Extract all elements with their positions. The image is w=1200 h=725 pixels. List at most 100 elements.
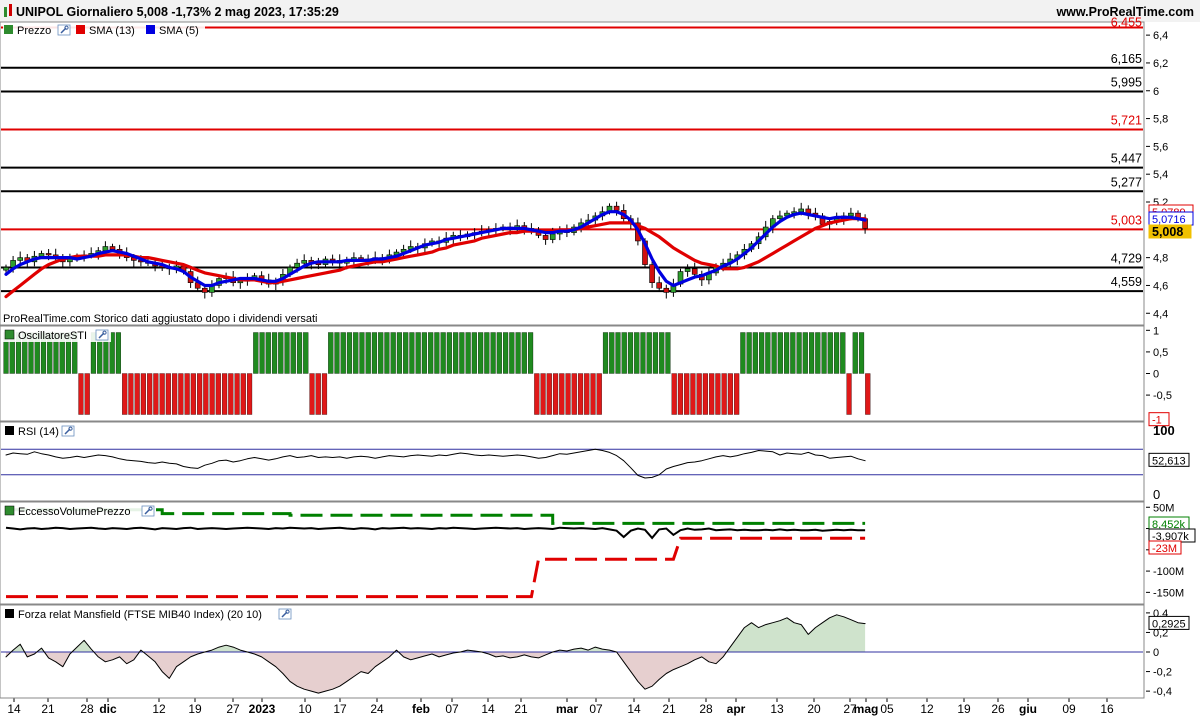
sti-bar[interactable] bbox=[509, 332, 515, 374]
sti-bar[interactable] bbox=[771, 332, 777, 374]
sti-bar[interactable] bbox=[340, 332, 346, 374]
sti-bar[interactable] bbox=[802, 332, 808, 374]
sti-bar[interactable] bbox=[203, 373, 209, 415]
sti-bar[interactable] bbox=[409, 332, 415, 374]
sti-bar[interactable] bbox=[634, 332, 640, 374]
candle-body[interactable] bbox=[805, 208, 812, 214]
candle-body[interactable] bbox=[102, 246, 109, 251]
volume-lower-line[interactable] bbox=[6, 536, 866, 599]
sti-panel[interactable]: 10,50-0,5-1 bbox=[3, 325, 1172, 427]
sti-bar[interactable] bbox=[796, 332, 802, 374]
sti-bar[interactable] bbox=[365, 332, 371, 374]
sti-bar[interactable] bbox=[727, 373, 733, 415]
sti-bar[interactable] bbox=[665, 332, 671, 374]
sti-bar[interactable] bbox=[521, 332, 527, 374]
wrench-icon[interactable] bbox=[278, 608, 292, 620]
sti-bar[interactable] bbox=[490, 332, 496, 374]
sti-bar[interactable] bbox=[584, 373, 590, 415]
sti-bar[interactable] bbox=[271, 332, 278, 374]
price-panel[interactable]: 6,46,265,85,65,45,24,84,64,46,4556,1655,… bbox=[1, 15, 1194, 320]
sti-bar[interactable] bbox=[378, 332, 384, 374]
sti-bar[interactable] bbox=[715, 373, 721, 415]
sti-bar[interactable] bbox=[359, 332, 365, 374]
candle-body[interactable] bbox=[3, 267, 9, 271]
sti-bar[interactable] bbox=[777, 332, 783, 374]
sti-bar[interactable] bbox=[540, 373, 546, 415]
sti-bar[interactable] bbox=[253, 332, 259, 374]
sti-bar[interactable] bbox=[459, 332, 465, 374]
sti-bar[interactable] bbox=[222, 373, 228, 415]
sti-bar[interactable] bbox=[228, 373, 234, 415]
sti-bar[interactable] bbox=[765, 332, 771, 374]
sti-bar[interactable] bbox=[640, 332, 646, 374]
sti-bar[interactable] bbox=[821, 332, 827, 374]
sti-bar[interactable] bbox=[721, 373, 727, 415]
candle-body[interactable] bbox=[301, 260, 308, 264]
sti-bar[interactable] bbox=[734, 373, 740, 415]
sti-bar[interactable] bbox=[577, 373, 584, 415]
candle-body[interactable] bbox=[45, 253, 52, 256]
sti-bar[interactable] bbox=[147, 373, 153, 415]
sti-bar[interactable] bbox=[290, 332, 296, 374]
sti-bar[interactable] bbox=[496, 332, 502, 374]
sti-bar[interactable] bbox=[246, 373, 253, 415]
sti-bar[interactable] bbox=[740, 332, 746, 374]
candle-body[interactable] bbox=[684, 268, 691, 272]
wrench-icon[interactable] bbox=[61, 425, 75, 437]
sti-bar[interactable] bbox=[752, 332, 758, 374]
sti-bar[interactable] bbox=[552, 373, 559, 415]
sti-bar[interactable] bbox=[446, 332, 452, 374]
sti-bar[interactable] bbox=[128, 373, 134, 415]
sti-bar[interactable] bbox=[602, 332, 609, 374]
volume-main-line[interactable] bbox=[5, 526, 866, 540]
sti-bar[interactable] bbox=[434, 332, 440, 374]
sti-bar[interactable] bbox=[328, 332, 334, 374]
sti-bar[interactable] bbox=[627, 332, 634, 374]
mansfield-panel[interactable]: 0,40,20-0,2-0,40,2925 bbox=[1, 608, 1190, 698]
candle-body[interactable] bbox=[649, 264, 655, 283]
rsi-panel[interactable]: 10050052,613 bbox=[1, 423, 1190, 502]
sti-bar[interactable] bbox=[709, 373, 715, 415]
sma5-line[interactable] bbox=[4, 210, 867, 288]
sti-bar[interactable] bbox=[671, 373, 677, 415]
sti-bar[interactable] bbox=[690, 373, 696, 415]
candle-body[interactable] bbox=[294, 262, 300, 268]
candle-body[interactable] bbox=[613, 205, 620, 211]
candle-body[interactable] bbox=[798, 208, 805, 213]
sti-bar[interactable] bbox=[396, 332, 403, 374]
sti-bar[interactable] bbox=[403, 332, 409, 374]
sti-bar[interactable] bbox=[259, 332, 265, 374]
sti-bar[interactable] bbox=[684, 373, 690, 415]
candle-body[interactable] bbox=[848, 212, 854, 217]
sti-bar[interactable] bbox=[571, 373, 577, 415]
sti-bar[interactable] bbox=[296, 332, 303, 374]
candle-body[interactable] bbox=[237, 280, 244, 284]
sti-bar[interactable] bbox=[353, 332, 359, 374]
candle-body[interactable] bbox=[109, 246, 116, 250]
sti-bar[interactable] bbox=[652, 332, 659, 374]
sti-bar[interactable] bbox=[159, 373, 165, 415]
sti-bar[interactable] bbox=[646, 332, 652, 374]
sti-bar[interactable] bbox=[590, 373, 596, 415]
sti-bar[interactable] bbox=[565, 373, 571, 415]
sti-bar[interactable] bbox=[84, 373, 90, 415]
sti-bar[interactable] bbox=[471, 332, 477, 374]
sti-bar[interactable] bbox=[559, 373, 565, 415]
sti-bar[interactable] bbox=[527, 332, 534, 374]
sti-bar[interactable] bbox=[240, 373, 246, 415]
sti-bar[interactable] bbox=[609, 332, 615, 374]
wrench-icon[interactable] bbox=[95, 329, 109, 341]
sti-bar[interactable] bbox=[596, 373, 602, 415]
sti-bar[interactable] bbox=[784, 332, 790, 374]
sti-bar[interactable] bbox=[265, 332, 271, 374]
sti-bar[interactable] bbox=[184, 373, 190, 415]
sti-bar[interactable] bbox=[215, 373, 221, 415]
sti-bar[interactable] bbox=[284, 332, 290, 374]
sti-bar[interactable] bbox=[809, 332, 815, 374]
sti-bar[interactable] bbox=[384, 332, 390, 374]
sti-bar[interactable] bbox=[303, 332, 309, 374]
sti-bar[interactable] bbox=[190, 373, 196, 415]
sti-bar[interactable] bbox=[465, 332, 471, 374]
sti-bar[interactable] bbox=[677, 373, 684, 415]
sti-bar[interactable] bbox=[197, 373, 203, 415]
